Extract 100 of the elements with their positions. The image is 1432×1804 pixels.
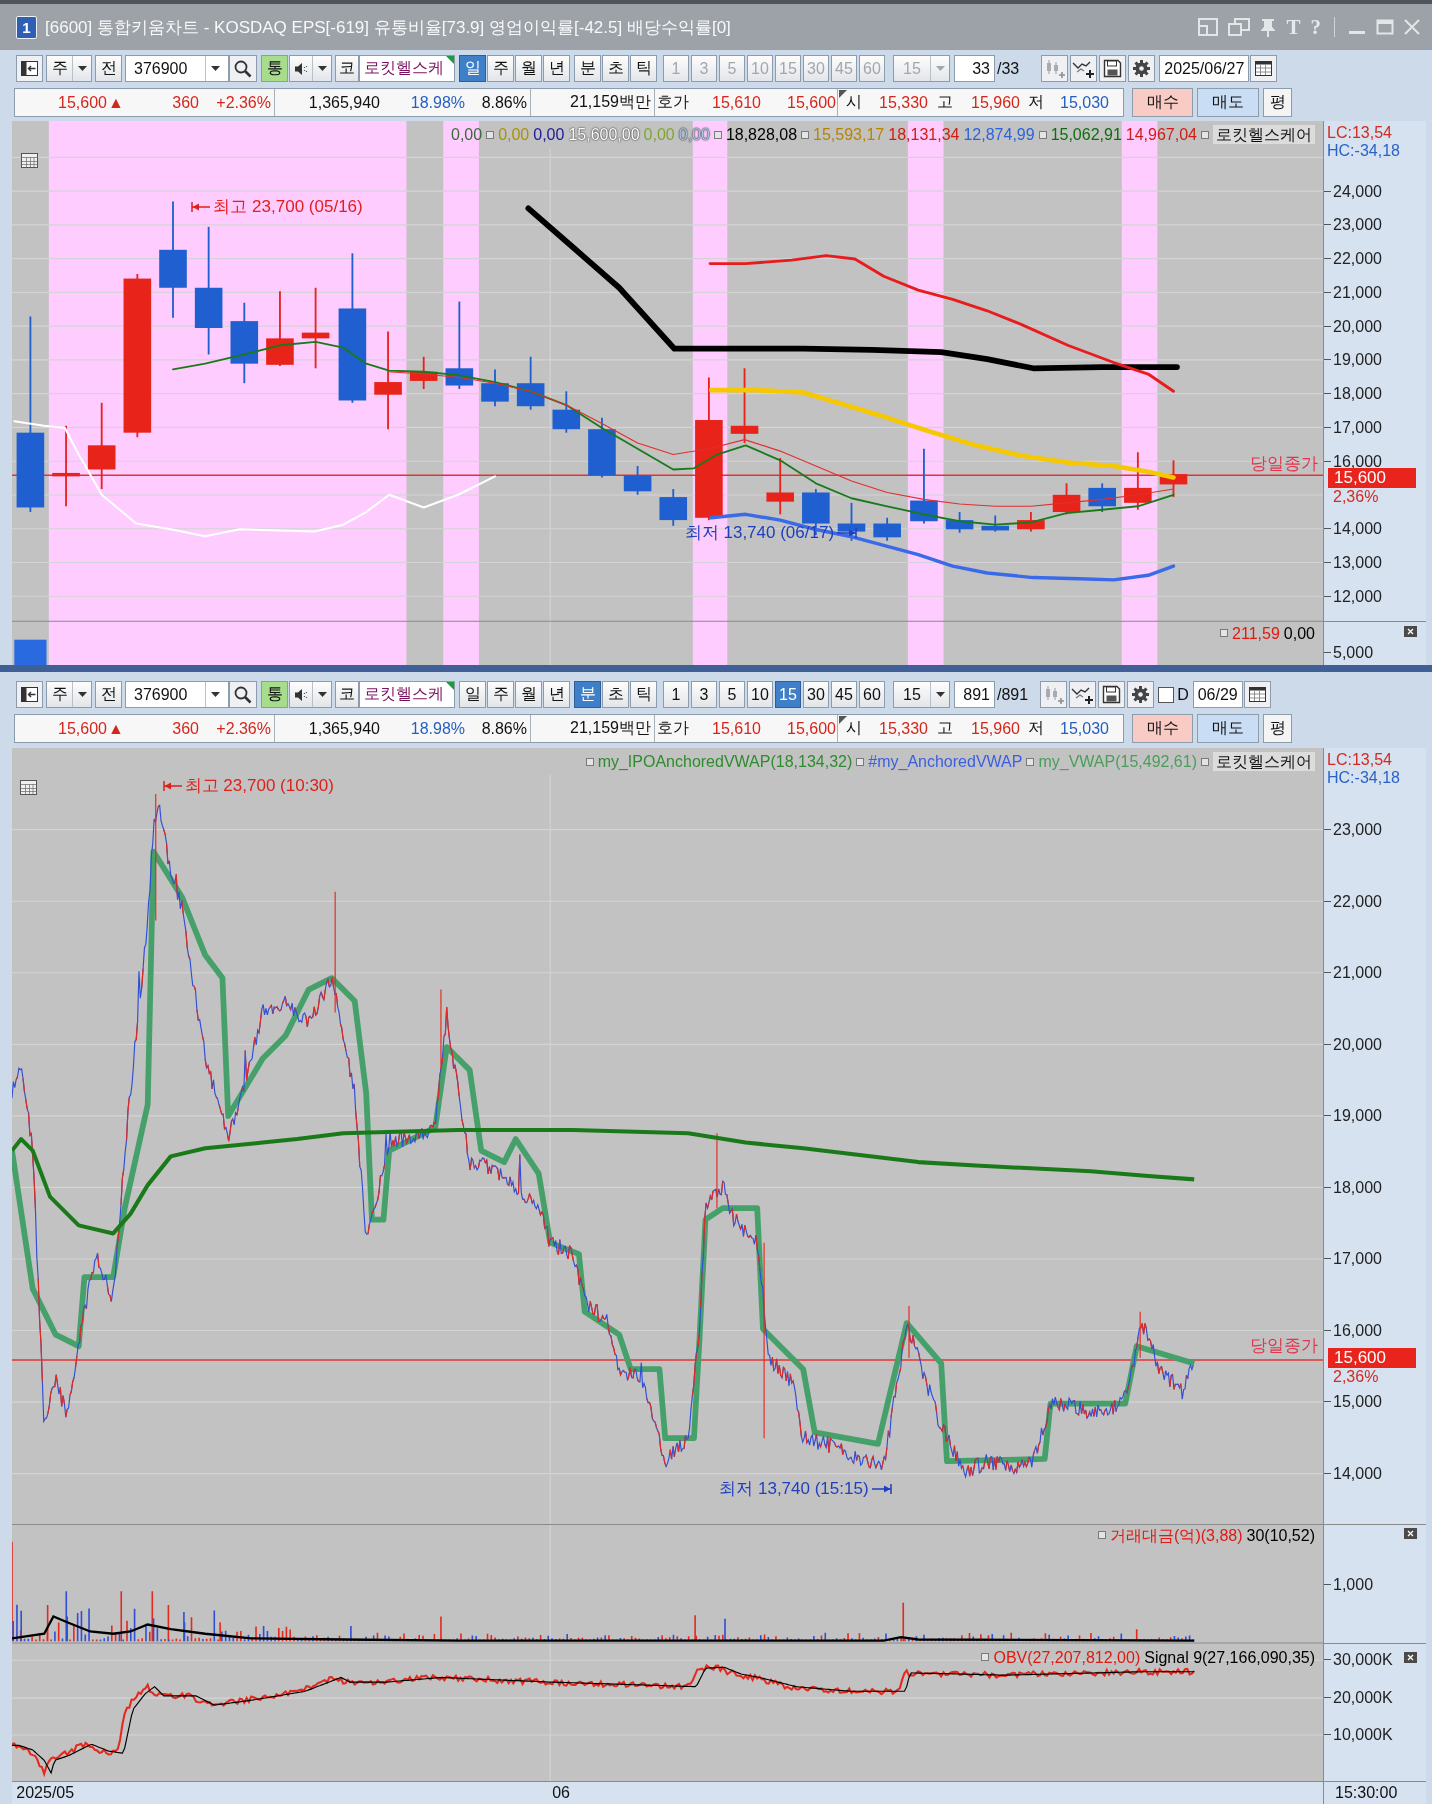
table-icon[interactable] (20, 780, 38, 796)
period-tab[interactable]: 주 (487, 55, 514, 82)
table-icon[interactable] (21, 153, 39, 169)
period-tab[interactable]: 월 (515, 55, 542, 82)
price-axis-label: 13,000 (1324, 554, 1382, 570)
current-price: 15,600 (58, 93, 107, 112)
panel-close-icon[interactable] (1404, 1651, 1417, 1663)
evaluation-button[interactable]: 평 (1263, 714, 1292, 743)
date-field[interactable]: 2025/06/27 (1159, 55, 1250, 82)
evaluation-button[interactable]: 평 (1263, 88, 1292, 117)
stock-code-field[interactable]: 376900 (125, 55, 229, 82)
high-price-note: 최고 23,700 (05/16) (213, 197, 363, 218)
candle (981, 514, 1010, 533)
interval-tab[interactable]: 15 (775, 681, 801, 708)
candle (623, 465, 652, 496)
close-change-rate: 2,36% (1333, 1369, 1379, 1386)
period-tab[interactable]: 일 (459, 681, 486, 708)
price-direction-mark: ▲ (108, 719, 124, 738)
count-field[interactable]: 891 (954, 681, 995, 708)
count-field[interactable]: 33 (954, 55, 995, 82)
price-axis-label: 16,000 (1324, 453, 1382, 469)
interval-tab[interactable]: 60 (859, 681, 885, 708)
market-button[interactable]: 코 (335, 55, 359, 82)
chart-type-dropdown[interactable]: 주 (46, 55, 92, 82)
total-count: /891 (997, 685, 1029, 704)
bid-price: 15,600 (787, 93, 836, 112)
period-tab[interactable]: 년 (543, 681, 570, 708)
price-axis-label: 21,000 (1324, 965, 1382, 981)
chart-type-dropdown[interactable]: 주 (46, 681, 92, 708)
interval-tab[interactable]: 45 (831, 681, 857, 708)
close-line-label: 당일종가 (1250, 1336, 1318, 1357)
line-plus-icon[interactable] (1070, 55, 1098, 82)
period-tab[interactable]: 년 (543, 55, 570, 82)
candle (1124, 451, 1152, 511)
interval-tab[interactable]: 3 (691, 681, 717, 708)
previous-button[interactable]: 전 (95, 55, 122, 82)
unit-tab[interactable]: 분 (574, 681, 601, 708)
unit-tab[interactable]: 틱 (630, 681, 657, 708)
indicator-legend: 15,593,17 (813, 125, 885, 144)
market-button[interactable]: 코 (335, 681, 359, 708)
price-change: 360 (172, 719, 199, 738)
indicator-legend: 거래대금(억)(3,88) (1110, 1525, 1243, 1545)
time-label: 15:30:00 (1335, 1784, 1398, 1801)
period-tab[interactable]: 월 (515, 681, 542, 708)
indicator-legend: my_IPOAnchoredVWAP(18,134,32) (597, 752, 853, 771)
stock-code-field[interactable]: 376900 (125, 681, 229, 708)
caret-icon (210, 66, 220, 71)
calendar-icon[interactable] (1243, 681, 1271, 708)
toggle-button[interactable]: 통 (261, 55, 288, 82)
low-price: 15,030 (1060, 719, 1109, 738)
previous-button[interactable]: 전 (95, 681, 122, 708)
interval-tab[interactable]: 5 (719, 681, 745, 708)
date-field[interactable]: 06/29 (1192, 681, 1243, 708)
speaker-dropdown[interactable] (289, 681, 332, 708)
calendar-icon[interactable] (1250, 55, 1278, 82)
indicator-legend: 0,00 (1283, 623, 1315, 643)
unit-tab[interactable]: 분 (574, 55, 601, 82)
checkbox[interactable] (1158, 686, 1175, 703)
stock-name-field[interactable]: 로킷헬스케 (359, 55, 455, 82)
buy-button[interactable]: 매수 (1132, 88, 1193, 117)
price-axis-label: 14,000 (1324, 521, 1382, 537)
interval-tab[interactable]: 10 (747, 681, 773, 708)
ask-price: 15,610 (712, 93, 761, 112)
time-axis-label: 2025/05 (16, 1784, 75, 1802)
candle (588, 416, 616, 479)
unit-tab[interactable]: 틱 (630, 55, 657, 82)
legend-marker-icon (1201, 757, 1209, 766)
panel-close-icon[interactable] (1404, 625, 1417, 637)
checkbox-label: D (1177, 685, 1189, 704)
settings-icon[interactable] (1127, 681, 1155, 708)
settings-icon[interactable] (1128, 55, 1156, 82)
line-plus-icon[interactable] (1069, 681, 1097, 708)
stock-name-field[interactable]: 로킷헬스케 (359, 681, 455, 708)
save-icon[interactable] (1098, 681, 1126, 708)
indicator-legend: 211,59 (1232, 623, 1280, 643)
layout-icon[interactable] (16, 681, 43, 708)
interval-tab[interactable]: 1 (663, 681, 689, 708)
candle (837, 501, 866, 542)
save-icon[interactable] (1099, 55, 1127, 82)
caret-icon (317, 66, 327, 71)
low-price-note: 최저 13,740 (06/17) (684, 522, 835, 543)
period-tab[interactable]: 일 (459, 55, 486, 82)
panel-close-icon[interactable] (1404, 1527, 1417, 1539)
period-tab[interactable]: 주 (487, 681, 514, 708)
toggle-button[interactable]: 통 (261, 681, 288, 708)
layout-icon[interactable] (16, 55, 43, 82)
interval-tab[interactable]: 30 (803, 681, 829, 708)
high-price: 15,960 (971, 93, 1020, 112)
unit-tab[interactable]: 초 (602, 55, 629, 82)
speaker-dropdown[interactable] (289, 55, 332, 82)
interval-dropdown[interactable]: 15 (893, 681, 950, 708)
unit-tab[interactable]: 초 (602, 681, 629, 708)
sell-button[interactable]: 매도 (1197, 714, 1259, 743)
speaker-icon (293, 686, 309, 703)
search-icon[interactable] (229, 55, 257, 82)
sell-button[interactable]: 매도 (1197, 88, 1259, 117)
indicator-legend: 0,00 (451, 125, 483, 144)
buy-button[interactable]: 매수 (1132, 714, 1193, 743)
price-axis-label: 14,000 (1324, 1465, 1382, 1481)
search-icon[interactable] (229, 681, 257, 708)
